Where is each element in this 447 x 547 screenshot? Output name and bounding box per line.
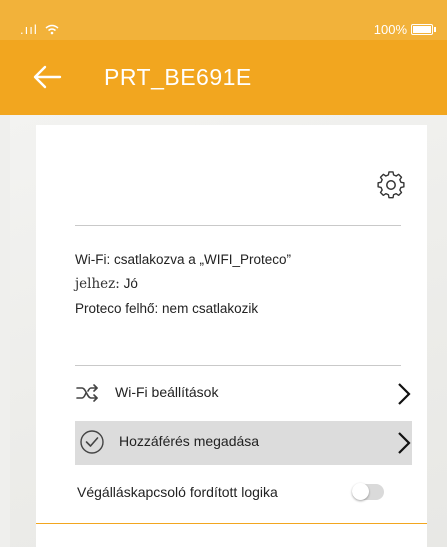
reverse-logic-label: Végálláskapcsoló fordított logika — [77, 484, 278, 500]
signal-info: jelhez: Jó — [75, 276, 138, 292]
app-bar: PRT_BE691E — [0, 40, 447, 115]
battery-level: 100% — [373, 22, 407, 37]
wifi-settings-label: Wi-Fi beállítások — [115, 384, 219, 400]
top-divider — [75, 225, 401, 226]
reverse-logic-toggle[interactable] — [352, 483, 384, 500]
signal-value: Jó — [123, 276, 138, 291]
cloud-status: Proteco felhő: nem csatlakozik — [75, 301, 259, 316]
signal-icon: .ııl — [20, 22, 38, 37]
middle-divider — [75, 365, 401, 366]
battery-icon — [411, 24, 436, 35]
signal-strength: .ııl — [20, 22, 59, 37]
wifi-settings-row[interactable]: Wi-Fi beállítások — [75, 372, 412, 416]
toggle-knob — [352, 483, 369, 500]
page-title: PRT_BE691E — [104, 64, 252, 90]
battery-status: 100% — [373, 22, 436, 37]
chevron-right-icon — [398, 432, 411, 454]
chevron-right-icon — [398, 383, 411, 405]
grant-access-label: Hozzáférés megadása — [119, 433, 260, 449]
signal-label: jelhez: — [75, 276, 120, 292]
back-arrow-icon[interactable] — [30, 60, 64, 94]
grant-access-row[interactable]: Hozzáférés megadása — [75, 421, 412, 465]
status-bar: .ııl 100% — [0, 0, 447, 40]
check-circle-icon — [80, 430, 104, 454]
accent-divider — [36, 523, 427, 524]
wifi-icon — [45, 24, 59, 35]
shuffle-icon — [76, 384, 98, 402]
wifi-status: Wi-Fi: csatlakozva a „WIFI_Proteco” — [75, 252, 292, 267]
gear-icon[interactable] — [376, 170, 406, 200]
